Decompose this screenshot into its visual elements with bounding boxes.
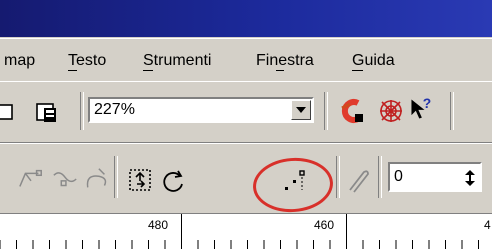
menu-item-map[interactable]: map	[4, 51, 35, 71]
numeric-field-value: 0	[394, 168, 403, 185]
menu-item-guida[interactable]: Guida	[352, 51, 395, 71]
ruler-ticks	[0, 214, 479, 249]
horizontal-ruler: 480 460 4	[0, 213, 492, 249]
property-bar: 0	[0, 143, 492, 215]
curve-smoothness-icon[interactable]	[346, 168, 372, 194]
spinner-arrows-icon[interactable]	[464, 169, 476, 191]
highlight-circle	[251, 155, 335, 215]
convert-line-icon[interactable]	[18, 166, 44, 192]
toolbar-separator	[80, 92, 84, 130]
make-node-smooth-icon[interactable]	[84, 166, 110, 192]
menu-item-finestra[interactable]: Finestra	[256, 51, 314, 71]
zoom-level-value: 227%	[94, 101, 135, 118]
toolbar-separator	[324, 92, 328, 130]
zoom-dropdown-icon[interactable]	[291, 100, 311, 120]
toolbar-separator	[336, 156, 340, 198]
menu-bar: map Testo Strumenti Finestra Guida	[0, 38, 492, 81]
numeric-field[interactable]: 0	[388, 162, 482, 192]
menu-item-testo[interactable]: Testo	[68, 51, 106, 71]
whats-this-help-icon[interactable]: ?	[408, 95, 434, 122]
menu-item-strumenti[interactable]: Strumenti	[143, 51, 211, 71]
title-bar	[0, 0, 492, 37]
toolbar-separator	[114, 156, 118, 198]
ruler-label: 460	[314, 218, 335, 232]
rotate-skew-nodes-icon[interactable]	[160, 168, 186, 194]
copy-icon[interactable]	[0, 99, 20, 125]
ruler-label: 4	[484, 218, 491, 232]
svg-text:?: ?	[423, 95, 431, 111]
ruler-label: 480	[148, 218, 169, 232]
paste-icon[interactable]	[34, 99, 60, 125]
color-wheel-icon[interactable]	[338, 98, 364, 124]
toolbar-separator	[450, 92, 454, 130]
stretch-scale-nodes-icon[interactable]	[128, 168, 154, 194]
convert-curve-icon[interactable]	[52, 166, 78, 192]
zoom-level-combobox[interactable]: 227%	[88, 97, 314, 123]
web-icon[interactable]	[378, 98, 404, 124]
standard-toolbar: 227% ?	[0, 81, 492, 143]
toolbar-separator	[378, 156, 382, 198]
